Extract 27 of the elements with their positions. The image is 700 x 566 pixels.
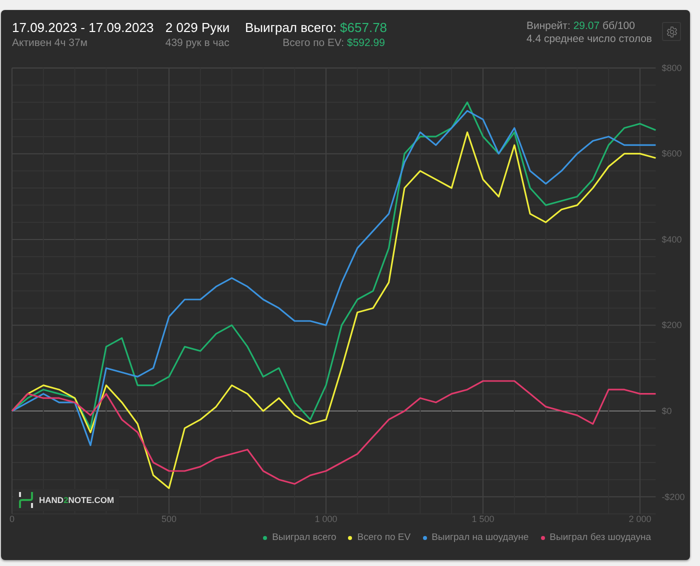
- y-axis-label: -$200: [662, 492, 685, 502]
- total-ev: Всего по EV: $592.99: [282, 37, 385, 49]
- y-axis-label: $600: [662, 148, 682, 159]
- settings-button[interactable]: [662, 22, 681, 41]
- hands-count: 2 029 Руки: [165, 20, 231, 35]
- settings-icon: [666, 26, 678, 38]
- x-axis-label: 2 000: [628, 514, 652, 524]
- legend-label[interactable]: Выиграл всего: [272, 532, 336, 543]
- legend-label[interactable]: Всего по EV: [357, 532, 411, 543]
- total-won: Выиграл всего: $657.78: [244, 20, 388, 35]
- x-axis-label: 1 000: [314, 514, 338, 524]
- y-axis-label: $0: [662, 406, 672, 416]
- x-axis-label: 1 500: [472, 514, 494, 524]
- active-time: Активен 4ч 37м: [12, 37, 89, 49]
- hands-rate: 439 рук в час: [165, 37, 230, 49]
- y-axis-label: $200: [662, 320, 682, 330]
- logo-text: HAND2NOTE.COM: [39, 495, 114, 505]
- average-tables: 4.4 среднее число столов: [526, 33, 652, 45]
- x-axis-label: 500: [161, 514, 177, 524]
- legend-label[interactable]: Выиграл на шоудауне: [432, 532, 529, 543]
- y-axis-label: $800: [662, 62, 682, 73]
- legend-label[interactable]: Выиграл без шоудауна: [550, 532, 651, 543]
- logo-icon: [18, 492, 34, 508]
- y-axis-label: $400: [662, 234, 682, 244]
- date-range: 17.09.2023 - 17.09.2023: [12, 20, 155, 35]
- x-axis-label: 0: [10, 514, 14, 524]
- winrate: Винрейт: 29.07 бб/100: [526, 20, 636, 32]
